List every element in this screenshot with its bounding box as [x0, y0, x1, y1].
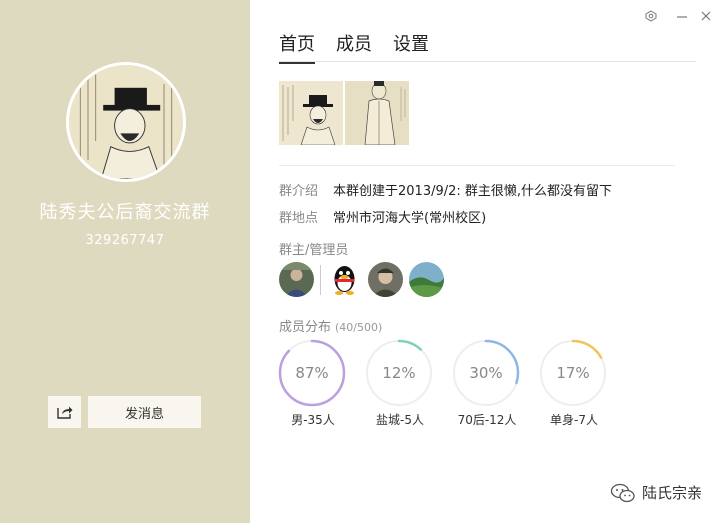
stat-age[interactable]: 30% 70后-12人: [452, 339, 522, 428]
tab-home[interactable]: 首页: [279, 30, 315, 64]
stat-percent: 17%: [556, 364, 590, 382]
tab-settings[interactable]: 设置: [393, 30, 429, 64]
stat-label: 单身-7人: [550, 413, 598, 427]
group-name: 陆秀夫公后裔交流群: [39, 202, 211, 223]
minimize-button[interactable]: [674, 8, 690, 24]
close-icon: [701, 11, 711, 21]
tab-members[interactable]: 成员: [336, 30, 372, 64]
stat-percent: 30%: [469, 364, 503, 382]
group-id: 329267747: [85, 233, 165, 248]
window-settings-icon: [645, 10, 657, 22]
group-avatar[interactable]: [66, 62, 186, 182]
group-photo[interactable]: [345, 81, 409, 145]
portrait-thumbnail-1: [279, 81, 343, 145]
stat-ring: 87%: [278, 339, 346, 407]
stat-gender[interactable]: 87% 男-35人: [278, 339, 348, 428]
window-settings-button[interactable]: [643, 8, 659, 24]
group-photo[interactable]: [279, 81, 343, 145]
intro-row: 群介绍 本群创建于2013/9/2: 群主很懒,什么都没有留下: [279, 180, 612, 199]
owner-avatar-image: [279, 262, 314, 297]
share-icon: [56, 406, 72, 419]
wechat-icon: [610, 483, 635, 502]
group-profile-panel: 陆秀夫公后裔交流群 329267747 发消息: [0, 0, 250, 523]
intro-label: 群介绍: [279, 184, 319, 199]
close-button[interactable]: [698, 8, 714, 24]
location-row: 群地点 常州市河海大学(常州校区): [279, 207, 486, 226]
tab-divider: [279, 61, 696, 62]
qq-penguin-avatar: [327, 262, 362, 297]
stat-label: 男-35人: [291, 413, 335, 427]
stat-region[interactable]: 12% 盐城-5人: [365, 339, 435, 428]
admins-list: [279, 262, 450, 297]
admin-avatar[interactable]: [368, 262, 403, 297]
distribution-title: 成员分布 (40/500): [279, 316, 382, 335]
stat-percent: 87%: [295, 364, 329, 382]
distribution-title-text: 成员分布: [279, 320, 332, 335]
stat-label: 盐城-5人: [376, 413, 424, 427]
send-message-button[interactable]: 发消息: [88, 396, 201, 428]
portrait-thumbnail-2: [345, 81, 409, 145]
stat-ring: 12%: [365, 339, 433, 407]
section-divider: [279, 165, 675, 166]
member-count: (40/500): [335, 321, 383, 334]
watermark: 陆氏宗亲: [610, 482, 702, 503]
owner-admin-divider: [320, 264, 321, 295]
share-button[interactable]: [48, 396, 81, 428]
group-photos: [279, 81, 409, 145]
admin-avatar[interactable]: [409, 262, 444, 297]
stat-single[interactable]: 17% 单身-7人: [539, 339, 609, 428]
intro-value: 本群创建于2013/9/2: 群主很懒,什么都没有留下: [333, 184, 613, 199]
tab-bar: 首页 成员 设置: [279, 30, 450, 64]
admin-avatar[interactable]: [279, 262, 314, 297]
portrait-image: [69, 65, 183, 179]
soldier-avatar-image: [368, 262, 403, 297]
stat-label: 70后-12人: [457, 413, 517, 427]
stat-percent: 12%: [382, 364, 416, 382]
minimize-icon: [677, 16, 687, 18]
watermark-text: 陆氏宗亲: [641, 484, 702, 502]
landscape-avatar-image: [409, 262, 444, 297]
admins-title: 群主/管理员: [279, 243, 349, 258]
admin-avatar[interactable]: [327, 262, 362, 297]
location-label: 群地点: [279, 211, 319, 226]
stat-ring: 17%: [539, 339, 607, 407]
location-value: 常州市河海大学(常州校区): [333, 211, 487, 226]
stat-ring: 30%: [452, 339, 520, 407]
